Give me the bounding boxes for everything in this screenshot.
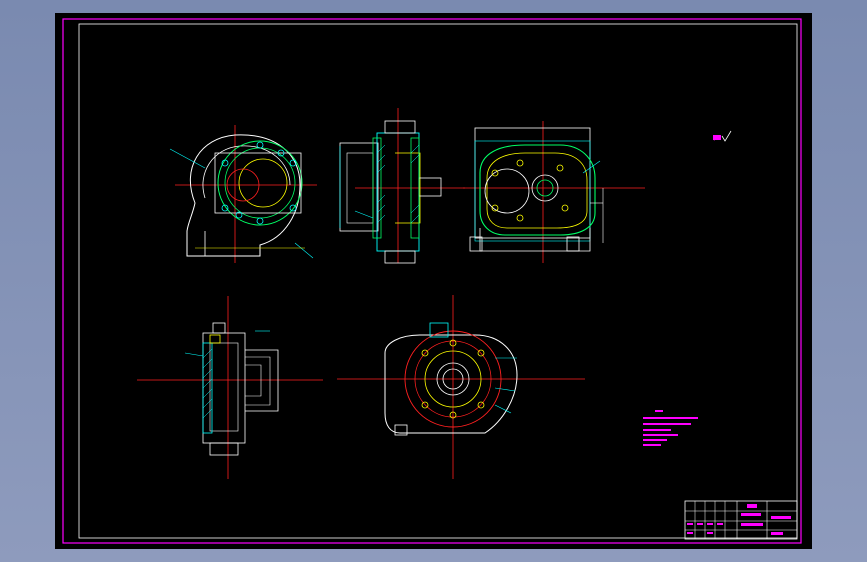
view-bottom-middle[interactable]	[337, 295, 585, 479]
title-block[interactable]	[684, 500, 798, 540]
inner-border	[78, 23, 798, 539]
outer-border	[62, 18, 802, 544]
view-side-section-top-middle[interactable]	[339, 108, 465, 264]
surface-finish-symbol: ✓	[713, 130, 732, 143]
view-rear-top-right[interactable]	[463, 121, 645, 263]
drawing-canvas[interactable]: ✓	[55, 13, 812, 549]
cad-drawing-viewport[interactable]: ✓	[55, 13, 812, 549]
technical-notes	[643, 410, 698, 446]
view-side-bottom-left[interactable]	[137, 296, 323, 479]
view-front-top-left[interactable]	[169, 125, 317, 263]
